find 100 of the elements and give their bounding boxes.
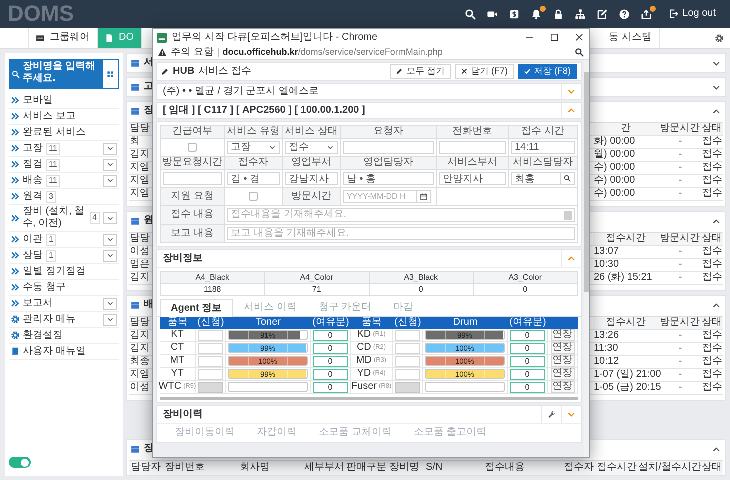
sidebar-item[interactable]: 사용자 매뉴얼 <box>9 344 119 360</box>
dollar-icon[interactable] <box>508 8 520 20</box>
input-field[interactable]: 남 • 홍 <box>343 172 434 185</box>
search-icon[interactable] <box>575 48 584 57</box>
search-icon[interactable] <box>464 8 476 20</box>
input-field[interactable]: YYYY-MM-DD H <box>343 190 417 203</box>
column-header: 담당 <box>129 317 151 330</box>
maximize-button[interactable] <box>549 32 560 43</box>
count-badge: 1 <box>46 250 56 262</box>
field-label: 접수 시간 <box>509 126 578 139</box>
input-field[interactable] <box>163 172 222 185</box>
edit-icon[interactable] <box>596 8 608 20</box>
extend-button[interactable]: 연장 <box>550 355 574 367</box>
column-header: 상태 <box>701 233 723 246</box>
spare-field[interactable]: 0 <box>510 330 545 340</box>
extend-button[interactable]: 연장 <box>550 329 574 341</box>
input-field[interactable]: 강남지사 <box>285 172 338 185</box>
select-field[interactable]: 접수 <box>285 141 338 154</box>
expand-button[interactable] <box>103 174 117 186</box>
input-field[interactable]: 김 • 경 <box>227 172 280 185</box>
sidebar-item[interactable]: 완료된 서비스 <box>9 125 119 141</box>
checkbox[interactable] <box>249 192 258 201</box>
request-field[interactable] <box>395 368 420 380</box>
spare-field[interactable]: 0 <box>313 356 348 366</box>
grid-view-button[interactable] <box>102 59 119 89</box>
search-button[interactable] <box>561 172 575 185</box>
table-cell: - <box>659 272 701 285</box>
input-field[interactable]: 최홍 <box>511 172 561 185</box>
request-field[interactable] <box>198 356 223 366</box>
sidebar-item[interactable]: 수동 청구 <box>9 280 119 296</box>
expand-button[interactable] <box>103 298 117 310</box>
collapse-header[interactable]: (주) • • 멜균 / 경기 군포시 엘에스로 <box>156 83 582 100</box>
chevron-down-icon <box>106 236 114 243</box>
request-field[interactable] <box>198 342 223 354</box>
spare-field[interactable]: 0 <box>510 368 545 380</box>
request-field[interactable] <box>198 330 223 340</box>
collapse-header[interactable]: [ 임대 ] [ C117 ] [ APC2560 ] [ 100.00.1.200 ] <box>156 102 582 119</box>
search-field[interactable]: 장비명을 입력해주세요. <box>9 59 102 89</box>
input-field[interactable]: 14:11 <box>511 141 575 154</box>
spare-field[interactable]: 0 <box>313 342 348 354</box>
logout-link[interactable]: Log out <box>668 8 716 20</box>
expand-button[interactable] <box>103 234 117 246</box>
request-field[interactable] <box>395 342 420 354</box>
sidebar-item[interactable]: 배송 11 <box>9 173 119 189</box>
field-label: 서비스담당자 <box>509 157 578 170</box>
expand-button[interactable] <box>103 158 117 170</box>
sidebar-item[interactable]: 이관 1 <box>9 232 119 248</box>
request-field[interactable] <box>395 330 420 340</box>
expand-button[interactable] <box>103 212 117 224</box>
collapse-all-button[interactable]: 모두 접기 <box>390 64 451 79</box>
table-cell: 지엠 <box>129 188 151 201</box>
sidebar-item[interactable]: 관리자 메뉴 <box>9 312 119 328</box>
extend-button[interactable]: 연장 <box>550 368 574 380</box>
toggle-switch[interactable] <box>9 457 31 468</box>
sidebar-item[interactable]: 점검 11 <box>9 157 119 173</box>
checkbox[interactable] <box>188 143 197 152</box>
text-area[interactable]: 접수내용을 기재해주세요. <box>227 208 575 222</box>
input-field[interactable] <box>343 141 434 154</box>
table-cell: 지엠 <box>129 369 151 382</box>
lock-icon[interactable] <box>552 8 564 20</box>
count-badge: 11 <box>46 174 60 186</box>
sidebar-item[interactable]: 서비스 보고 <box>9 109 119 125</box>
sidebar-item[interactable]: 일별 정기점검 <box>9 264 119 280</box>
spare-field[interactable]: 0 <box>313 368 348 380</box>
export-icon[interactable] <box>640 8 652 20</box>
input-field[interactable] <box>439 141 506 154</box>
expand-button[interactable] <box>103 142 117 154</box>
sitemap-icon[interactable] <box>574 8 586 20</box>
sidebar-item[interactable]: 보고서 <box>9 296 119 312</box>
request-field[interactable] <box>395 356 420 366</box>
sidebar-item[interactable]: 상담 1 <box>9 248 119 264</box>
sidebar-item[interactable]: 모바일 <box>9 93 119 109</box>
scrollbar[interactable] <box>584 60 589 457</box>
tab[interactable]: Agent 정보 <box>160 299 234 317</box>
close-button[interactable] <box>574 32 585 43</box>
expand-button[interactable] <box>103 250 117 262</box>
bell-icon[interactable] <box>530 8 542 20</box>
column-header: 방문시간 <box>659 233 701 246</box>
settings-icon[interactable] <box>715 34 724 42</box>
input-field[interactable]: 보고 내용을 기재해주세요. <box>227 227 575 240</box>
table-cell: - <box>659 188 701 201</box>
help-icon[interactable] <box>618 8 630 20</box>
spare-field[interactable]: 0 <box>510 356 545 366</box>
expand-button[interactable] <box>103 314 117 326</box>
sidebar-item[interactable]: 고장 11 <box>9 141 119 157</box>
sidebar-item[interactable]: 원격 3 <box>9 189 119 205</box>
save-button[interactable]: 저장 (F8) <box>518 64 577 79</box>
column-header: 판매구분 <box>345 461 388 475</box>
request-field[interactable] <box>198 368 223 380</box>
close-button[interactable]: 닫기 (F7) <box>455 64 514 79</box>
spare-field[interactable]: 0 <box>313 330 348 340</box>
sidebar-item[interactable]: 환경설정 <box>9 328 119 344</box>
extend-button[interactable]: 연장 <box>550 342 574 354</box>
horizontal-scrollbar[interactable] <box>160 397 578 400</box>
input-field[interactable]: 안양지사 <box>439 172 506 185</box>
calendar-button[interactable] <box>417 190 431 203</box>
chevron-down-icon <box>106 252 114 259</box>
select-field[interactable]: 고장 <box>227 141 280 154</box>
spare-field[interactable]: 0 <box>510 342 545 354</box>
nav-tab[interactable]: 동 시스템 <box>602 28 660 48</box>
